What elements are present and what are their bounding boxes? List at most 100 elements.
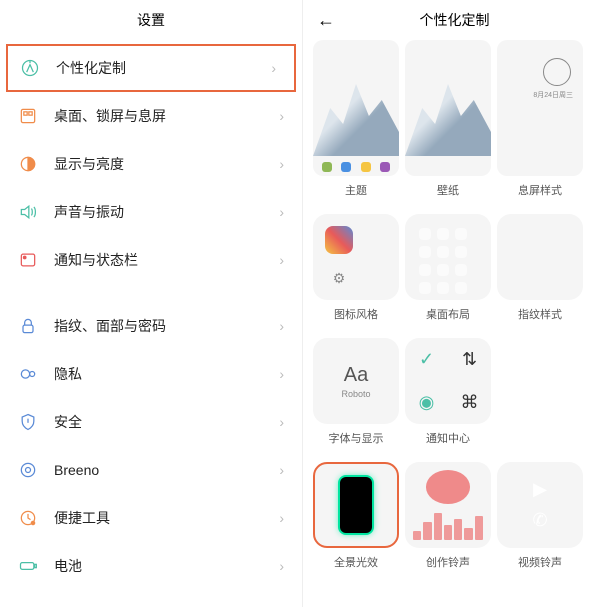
settings-title: 设置 [137,10,165,30]
privacy-icon [18,364,38,384]
tile-notification-center[interactable]: ✓ ⇅ ◉ ⌘ 通知中心 [405,338,491,446]
chevron-right-icon: › [279,108,284,124]
chevron-right-icon: › [279,462,284,478]
item-label: 个性化定制 [56,58,126,78]
chevron-right-icon: › [279,414,284,430]
layout-preview [405,214,491,300]
item-label: Breeno [54,462,99,478]
fingerprint-preview [497,214,583,300]
record-icon [426,470,470,504]
item-label: 声音与振动 [54,202,124,222]
tile-label: 主题 [345,182,367,198]
statusbar-icon [18,250,38,270]
font-preview: Aa Roboto [313,338,399,424]
tile-label: 桌面布局 [426,306,470,322]
brightness-icon [18,154,38,174]
item-label: 指纹、面部与密码 [54,316,166,336]
item-label: 电池 [54,556,82,576]
shield-icon [18,412,38,432]
back-icon[interactable]: ← [317,10,335,31]
compass-icon [20,58,40,78]
call-icon: ✆ [532,510,547,531]
sound-icon [18,202,38,222]
tile-row-4: 全景光效 创作铃声 ▶ ✆ 视频铃声 [303,462,606,570]
chevron-right-icon: › [271,60,276,76]
tile-row-1: 主题 壁纸 8月24日周三 息屏样式 [303,40,606,198]
tile-label: 创作铃声 [426,554,470,570]
chevron-right-icon: › [279,252,284,268]
item-fingerprint[interactable]: 指纹、面部与密码 › [0,302,302,350]
font-sample: Aa [344,364,368,387]
item-label: 隐私 [54,364,82,384]
chevron-right-icon: › [279,510,284,526]
font-name: Roboto [341,389,370,399]
bluetooth-icon: ⌘ [448,381,491,424]
breeno-icon [18,460,38,480]
item-desktop-lock[interactable]: 桌面、锁屏与息屏 › [0,92,302,140]
item-personalization[interactable]: 个性化定制 › [6,44,296,92]
item-label: 便捷工具 [54,508,110,528]
settings-header: 设置 [0,0,302,40]
tile-label: 全景光效 [334,554,378,570]
chevron-right-icon: › [279,318,284,334]
tile-iconstyle[interactable]: ⚙ ✆ ♪ 图标风格 [313,214,399,322]
item-label: 通知与状态栏 [54,250,138,270]
tools-icon [18,508,38,528]
item-security[interactable]: 安全 › [0,398,302,446]
tile-wallpaper[interactable]: 壁纸 [405,40,491,198]
aod-preview: 8月24日周三 [497,40,583,176]
arrows-icon: ⇅ [448,338,491,381]
arrange-icon [18,106,38,126]
personalization-panel: ← 个性化定制 主题 壁纸 8月24日周三 息屏样式 ⚙ ✆ ♪ 图标风格 [303,0,606,607]
swirl-icon [325,226,353,254]
personalization-header: ← 个性化定制 [303,0,606,40]
item-notification[interactable]: 通知与状态栏 › [0,236,302,284]
tile-label: 壁纸 [437,182,459,198]
tile-label: 视频铃声 [518,554,562,570]
iconstyle-preview: ⚙ ✆ ♪ [313,214,399,300]
tile-fingerprint[interactable]: 指纹样式 [497,214,583,322]
wallpaper-preview [405,40,491,176]
tile-glow[interactable]: 全景光效 [313,462,399,570]
item-display[interactable]: 显示与亮度 › [0,140,302,188]
item-sound[interactable]: 声音与振动 › [0,188,302,236]
item-privacy[interactable]: 隐私 › [0,350,302,398]
tile-label: 通知中心 [426,430,470,446]
video-preview: ▶ ✆ [497,462,583,548]
tile-aod[interactable]: 8月24日周三 息屏样式 [497,40,583,198]
item-breeno[interactable]: Breeno › [0,446,302,494]
item-tools[interactable]: 便捷工具 › [0,494,302,542]
chevron-right-icon: › [279,558,284,574]
gear-icon: ⚙ [325,264,353,292]
item-battery[interactable]: 电池 › [0,542,302,590]
battery-icon [18,556,38,576]
ring-preview [405,462,491,548]
wifi-icon: ✓ [405,338,448,381]
tile-label: 字体与显示 [329,430,384,446]
tile-layout[interactable]: 桌面布局 [405,214,491,322]
theme-preview [313,40,399,176]
lock-icon [18,316,38,336]
tile-font[interactable]: Aa Roboto 字体与显示 [313,338,399,446]
item-label: 桌面、锁屏与息屏 [54,106,166,126]
glow-preview [313,462,399,548]
section-divider [0,284,302,302]
tile-label: 指纹样式 [518,306,562,322]
location-icon: ◉ [405,381,448,424]
tile-label: 息屏样式 [518,182,562,198]
notif-preview: ✓ ⇅ ◉ ⌘ [405,338,491,424]
chevron-right-icon: › [279,156,284,172]
settings-panel: 设置 个性化定制 › 桌面、锁屏与息屏 › 显示与亮度 › 声音与振动 › 通知… [0,0,303,607]
tile-video-ringtone[interactable]: ▶ ✆ 视频铃声 [497,462,583,570]
personalization-title: 个性化定制 [420,10,490,30]
tile-row-2: ⚙ ✆ ♪ 图标风格 桌面布局 指纹样式 [303,214,606,322]
tile-theme[interactable]: 主题 [313,40,399,198]
tile-label: 图标风格 [334,306,378,322]
item-label: 显示与亮度 [54,154,124,174]
video-icon: ▶ [533,479,547,500]
tile-row-3: Aa Roboto 字体与显示 ✓ ⇅ ◉ ⌘ 通知中心 [303,338,606,446]
chevron-right-icon: › [279,204,284,220]
tile-ringtone[interactable]: 创作铃声 [405,462,491,570]
chevron-right-icon: › [279,366,284,382]
item-label: 安全 [54,412,82,432]
